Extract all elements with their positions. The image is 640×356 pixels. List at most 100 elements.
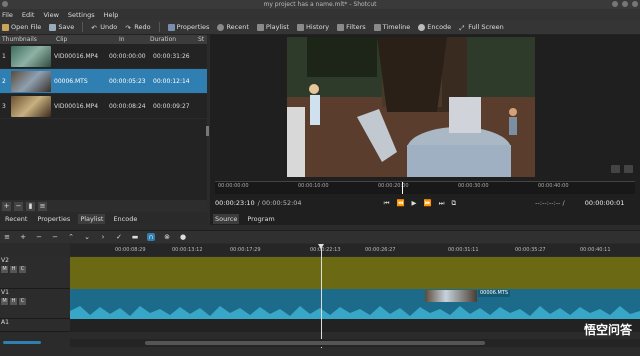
- recent-button[interactable]: Recent: [217, 23, 249, 31]
- tab-playlist[interactable]: Playlist: [78, 214, 106, 224]
- playlist-header: Thumbnails Clip In Duration St: [0, 35, 207, 44]
- play-icon[interactable]: ▶: [412, 199, 417, 207]
- track-head-v1[interactable]: V1 M H C: [0, 289, 70, 319]
- ripple-all-icon[interactable]: ⊗: [163, 233, 171, 241]
- viewer-playhead[interactable]: [402, 182, 403, 194]
- window-title: my project has a name.mlt* - Shotcut: [263, 1, 377, 8]
- menu-bar: File Edit View Settings Help: [0, 9, 640, 20]
- clock-icon: [217, 23, 225, 31]
- close-icon[interactable]: [632, 1, 638, 7]
- skip-next-icon[interactable]: ⏭: [439, 199, 445, 208]
- grid-icon[interactable]: [624, 165, 633, 173]
- skip-previous-icon[interactable]: ⏮: [384, 199, 390, 208]
- hide-button[interactable]: H: [10, 298, 17, 305]
- clip-label: 00006.MTS: [478, 290, 511, 297]
- col-in[interactable]: In: [117, 35, 148, 44]
- ruler-label: 00:00:17:29: [230, 247, 261, 253]
- timeline-playhead[interactable]: [321, 244, 322, 348]
- tab-properties[interactable]: Properties: [35, 214, 72, 224]
- mute-button[interactable]: M: [1, 266, 8, 273]
- tab-recent[interactable]: Recent: [3, 214, 29, 224]
- insert-icon[interactable]: ⌄: [83, 233, 91, 241]
- filters-button[interactable]: Filters: [337, 23, 366, 31]
- menu-view[interactable]: View: [43, 11, 58, 19]
- in-point: --:--:--:-- /: [535, 199, 565, 207]
- playlist-scrollbar[interactable]: [206, 126, 209, 136]
- clip-name: VID00016.MP4: [54, 52, 99, 60]
- properties-icon: [167, 23, 175, 31]
- zoom-icon[interactable]: [611, 165, 620, 173]
- timecode-duration: / 00:00:52:04: [257, 199, 302, 207]
- menu-file[interactable]: File: [2, 11, 13, 19]
- update-clip-button[interactable]: ▮: [26, 201, 35, 211]
- encode-button[interactable]: Encode: [418, 23, 451, 31]
- rewind-icon[interactable]: ⏪: [396, 199, 404, 207]
- tab-encode[interactable]: Encode: [111, 214, 139, 224]
- append-icon[interactable]: +: [19, 233, 27, 241]
- watermark-text: 悟空问答: [583, 322, 632, 337]
- col-clip[interactable]: Clip: [54, 35, 117, 44]
- save-button[interactable]: Save: [49, 23, 74, 31]
- viewer-ruler[interactable]: 00:00:00:00 00:00:10:00 00:00:20:00 00:0…: [215, 181, 635, 194]
- hide-button[interactable]: H: [10, 266, 17, 273]
- timeline-toolbar: ≡ + − − ⌃ ⌄ › ✓ ▬ ∩ ⊗ ●: [0, 230, 640, 243]
- playlist-row[interactable]: 1 VID00016.MP4 00:00:00:00 00:00:31:26: [0, 44, 207, 69]
- col-duration[interactable]: Duration: [148, 35, 196, 44]
- timeline-scroll-thumb[interactable]: [145, 341, 485, 345]
- playlist-row-selected[interactable]: 2 00006.MTS 00:00:05:23 00:00:12:14: [0, 69, 207, 94]
- scrub-icon[interactable]: ●: [179, 233, 187, 241]
- timeline-button[interactable]: Timeline: [373, 23, 410, 31]
- full-screen-button[interactable]: ⤢ Full Screen: [459, 23, 504, 32]
- maximize-icon[interactable]: [622, 1, 628, 7]
- ruler-label: 00:00:30:00: [458, 183, 489, 189]
- ripple-icon[interactable]: ▬: [131, 233, 139, 241]
- properties-button[interactable]: Properties: [167, 23, 209, 31]
- ruler-label: 00:00:00:00: [218, 183, 249, 189]
- playlist-row[interactable]: 3 VID00016.MP4 00:00:08:24 00:00:09:27: [0, 94, 207, 119]
- transport-controls: 00:00:23:10 / 00:00:52:04 ⏮ ⏪ ▶ ⏩ ⏭ ⧉ --…: [210, 195, 640, 211]
- mute-button[interactable]: M: [1, 298, 8, 305]
- magnet-icon[interactable]: ∩: [147, 233, 155, 241]
- menu-help[interactable]: Help: [104, 11, 119, 19]
- zoom-slider[interactable]: [3, 341, 41, 344]
- timeline-ruler[interactable]: 00:00:08:29 00:00:13:12 00:00:17:29 00:0…: [70, 244, 640, 256]
- overwrite-icon[interactable]: ⌃: [67, 233, 75, 241]
- fast-forward-icon[interactable]: ⏩: [424, 199, 432, 207]
- playhead-marker-icon[interactable]: [318, 244, 324, 249]
- col-start[interactable]: St: [196, 35, 207, 44]
- redo-button[interactable]: ↷ Redo: [125, 23, 150, 32]
- history-icon: [297, 23, 305, 31]
- undo-button[interactable]: ↶ Undo: [91, 23, 117, 32]
- clip-thumbnail-strip: [425, 290, 477, 302]
- col-thumbnails[interactable]: Thumbnails: [0, 35, 54, 44]
- add-clip-button[interactable]: +: [2, 201, 11, 211]
- track-head-v2[interactable]: V2 M H C: [0, 257, 70, 289]
- tab-program[interactable]: Program: [245, 214, 276, 224]
- tab-source[interactable]: Source: [213, 214, 240, 224]
- track-head-a1[interactable]: A1: [0, 319, 70, 332]
- open-file-button[interactable]: Open File: [2, 23, 41, 31]
- undo-icon: ↶: [91, 23, 97, 32]
- split-icon[interactable]: ›: [99, 233, 107, 241]
- window-menu-icon[interactable]: [2, 1, 8, 7]
- composite-button[interactable]: C: [19, 266, 26, 273]
- playlist-button[interactable]: Playlist: [256, 23, 289, 31]
- composite-button[interactable]: C: [19, 298, 26, 305]
- timeline-menu-icon[interactable]: ≡: [3, 233, 11, 241]
- playlist-panel: Thumbnails Clip In Duration St 1 VID0001…: [0, 35, 207, 200]
- snap-icon[interactable]: ✓: [115, 233, 123, 241]
- menu-edit[interactable]: Edit: [22, 11, 35, 19]
- timecode-position[interactable]: 00:00:23:10: [215, 199, 255, 207]
- history-button[interactable]: History: [297, 23, 329, 31]
- lift-icon[interactable]: −: [51, 233, 59, 241]
- video-preview[interactable]: [287, 37, 535, 177]
- remove-clip-button[interactable]: −: [14, 201, 23, 211]
- track-v2[interactable]: [70, 257, 640, 289]
- clip-duration: 00:00:09:27: [153, 102, 190, 110]
- menu-settings[interactable]: Settings: [68, 11, 95, 19]
- remove-icon[interactable]: −: [35, 233, 43, 241]
- playlist-menu-button[interactable]: ≡: [38, 201, 47, 211]
- minimize-icon[interactable]: [612, 1, 618, 7]
- save-icon: [49, 23, 57, 31]
- mode-toggle-icon[interactable]: ⧉: [451, 199, 456, 208]
